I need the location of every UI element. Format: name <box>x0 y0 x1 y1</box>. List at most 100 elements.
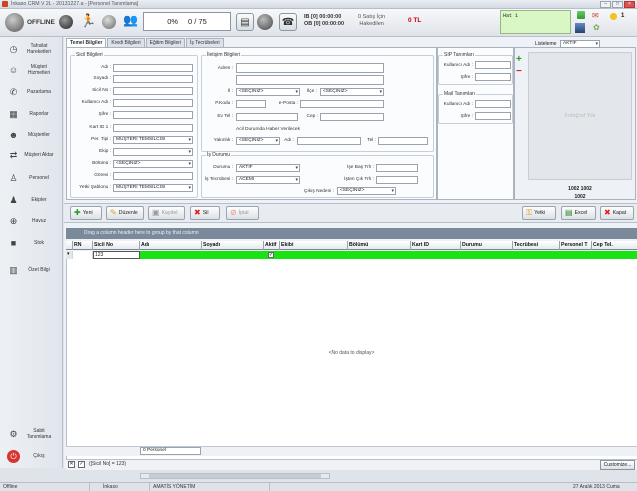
acil-tel-input[interactable] <box>378 137 428 145</box>
mail-sifre-input[interactable] <box>475 112 511 120</box>
col-kart-id[interactable]: Kart ID <box>411 241 461 250</box>
scrollbar-thumb[interactable] <box>149 474 321 478</box>
kart-id-input[interactable] <box>113 124 193 132</box>
yetki-select[interactable]: MÜŞTERİ TEMSİLCİSİ <box>113 184 193 192</box>
yakinlik-select[interactable]: <SEÇİNİZ> <box>236 137 280 145</box>
cikis-nedeni-select[interactable]: <SEÇİNİZ> <box>337 187 396 195</box>
meeting-icon[interactable]: 👥 <box>123 13 138 27</box>
sidebar-item-havuz[interactable]: ⊕ Havuz <box>0 215 63 228</box>
yeni-button[interactable]: ✚ Yeni <box>70 206 102 220</box>
sip-sifre-input[interactable] <box>475 73 511 81</box>
ise-bas-input[interactable] <box>376 164 418 172</box>
col-adi[interactable]: Adı <box>140 241 202 250</box>
col-aktif[interactable]: Aktif <box>264 241 280 250</box>
running-man-icon[interactable]: 🏃 <box>80 13 96 29</box>
col-bolumu[interactable]: Bölümü <box>348 241 411 250</box>
gorevi-input[interactable] <box>113 172 193 180</box>
adi-input[interactable] <box>113 64 193 72</box>
line-status-box[interactable]: Hat 1 <box>500 10 571 34</box>
maximize-button[interactable]: □ <box>612 1 623 8</box>
col-ekibi[interactable]: Ekibi <box>280 241 348 250</box>
bolumu-select[interactable]: <SEÇİNİZ> <box>113 160 193 168</box>
add-photo-icon[interactable]: + <box>516 54 522 65</box>
duzenle-button[interactable]: ✎ Düzenle <box>106 206 144 220</box>
clear-filter-button[interactable]: ✕ <box>68 461 75 468</box>
sifre-input[interactable] <box>113 111 193 119</box>
sidebar-item-musteri-hizmetleri[interactable]: ☺ Müşteri Hizmetleri <box>0 64 63 77</box>
il-select[interactable]: <SEÇİNİZ> <box>236 88 300 96</box>
evtel-input[interactable] <box>236 113 298 121</box>
grid-icon[interactable] <box>577 11 585 19</box>
tab-egitim-bilgileri[interactable]: Eğitim Bilgileri <box>145 38 186 47</box>
filter-rn[interactable] <box>73 251 93 259</box>
listeleme-select[interactable]: AKTİF <box>560 40 600 48</box>
iptal-button[interactable]: ⊘ İptal <box>226 206 259 220</box>
coffee-break-icon[interactable] <box>102 15 116 29</box>
durumu-select[interactable]: AKTİF <box>236 164 300 172</box>
sidebar-item-tahsilat[interactable]: ◷ Tahsilat Hareketleri <box>0 43 63 56</box>
acil-adi-input[interactable] <box>297 137 361 145</box>
sidebar-item-ekipler[interactable]: ♟ Ekipler <box>0 194 63 207</box>
photo-box[interactable]: Fotoğraf Yok <box>528 52 632 180</box>
sicil-no-input[interactable] <box>113 87 193 95</box>
status-globe-icon[interactable] <box>5 13 24 32</box>
sidebar-item-raporlar[interactable]: ▦ Raporlar <box>0 108 63 121</box>
adres-input-2[interactable] <box>236 75 384 85</box>
sidebar-item-sabit-tanimlama[interactable]: ⚙ Sabit Tanımlama <box>0 428 63 441</box>
eposta-input[interactable] <box>300 100 384 108</box>
sidebar-item-musteri-aktar[interactable]: ⇄ Müşteri Aktar <box>0 149 63 162</box>
pkodu-input[interactable] <box>236 100 266 108</box>
sidebar-item-ozet-bilgi[interactable]: ▥ Özet Bilgi <box>0 264 63 277</box>
kaydet-button[interactable]: ▣ Kaydet <box>148 206 185 220</box>
per-tipi-select[interactable]: MÜŞTERİ TEMSİLCİSİ <box>113 136 193 144</box>
remove-photo-icon[interactable]: − <box>516 66 522 77</box>
sidebar-item-musteriler[interactable]: ☻ Müşteriler <box>0 129 63 142</box>
col-sicil-no[interactable]: Sicil No <box>93 241 140 250</box>
ekip-select[interactable] <box>113 148 193 156</box>
chat-bubble-icon[interactable] <box>257 14 273 30</box>
soyadi-input[interactable] <box>113 75 193 83</box>
filter-expression[interactable]: ([Sicil No] = 123) <box>89 461 126 467</box>
sidebar-item-cikis[interactable]: ⏻ Çıkış <box>0 450 63 463</box>
col-personel-tipi[interactable]: Personel T <box>560 241 592 250</box>
sidebar-item-personel[interactable]: ♙ Personel <box>0 172 63 185</box>
col-rn[interactable]: RN <box>73 241 93 250</box>
excel-button[interactable]: ▤ Excel <box>561 206 596 220</box>
sidebar-item-stok[interactable]: ■ Stok <box>0 237 63 250</box>
ilce-select[interactable]: <SEÇİNİZ> <box>320 88 384 96</box>
book-icon[interactable]: ▤ <box>236 13 254 31</box>
sidebar-item-pazarlama[interactable]: ✆ Pazarlama <box>0 86 63 99</box>
yetki-button[interactable]: ⚿ Yetki <box>522 206 556 220</box>
kapat-button[interactable]: ✖ Kapat <box>600 206 634 220</box>
tab-temel-bilgiler[interactable]: Temel Bilgiler <box>66 38 107 47</box>
filter-enabled-checkbox[interactable]: ✓ <box>78 461 85 468</box>
sip-kullanici-input[interactable] <box>475 61 511 69</box>
col-durumu[interactable]: Durumu <box>461 241 513 250</box>
cep-input[interactable] <box>320 113 384 121</box>
filter-sicil-no[interactable]: 123 <box>93 251 140 259</box>
flower-icon[interactable]: ✿ <box>593 23 600 32</box>
notification-dot-icon[interactable] <box>610 13 617 20</box>
col-cep-tel[interactable]: Cep Tel. <box>592 241 637 250</box>
tecrubesi-select[interactable]: ACEMİ <box>236 176 300 184</box>
horizontal-scrollbar[interactable] <box>140 473 330 479</box>
col-soyadi[interactable]: Soyadı <box>202 241 264 250</box>
telephone-icon[interactable]: ☎ <box>279 13 297 31</box>
mail-kullanici-input[interactable] <box>475 100 511 108</box>
tab-is-tecrubeleri[interactable]: İş Tecrübeleri <box>186 38 224 47</box>
isten-cik-input[interactable] <box>376 176 418 184</box>
col-tecrubesi[interactable]: Tecrübesi <box>513 241 560 250</box>
aktif-filter-checkbox[interactable]: ✓ <box>268 252 274 258</box>
pause-icon[interactable] <box>59 15 73 29</box>
close-button[interactable]: × <box>624 1 635 8</box>
group-panel[interactable]: Drag a column header here to group by th… <box>66 228 637 239</box>
kullanici-input[interactable] <box>113 99 193 107</box>
minimize-button[interactable]: – <box>600 1 611 8</box>
filter-highlight-row[interactable] <box>140 251 637 259</box>
customize-button[interactable]: Customize... <box>600 460 635 470</box>
adres-input-1[interactable] <box>236 63 384 73</box>
mail-alert-icon[interactable]: ✉ <box>592 11 599 20</box>
sil-button[interactable]: ✖ Sil <box>190 206 220 220</box>
building-icon[interactable] <box>575 23 585 33</box>
tab-kredi-bilgileri[interactable]: Kredi Bilgileri <box>107 38 145 47</box>
